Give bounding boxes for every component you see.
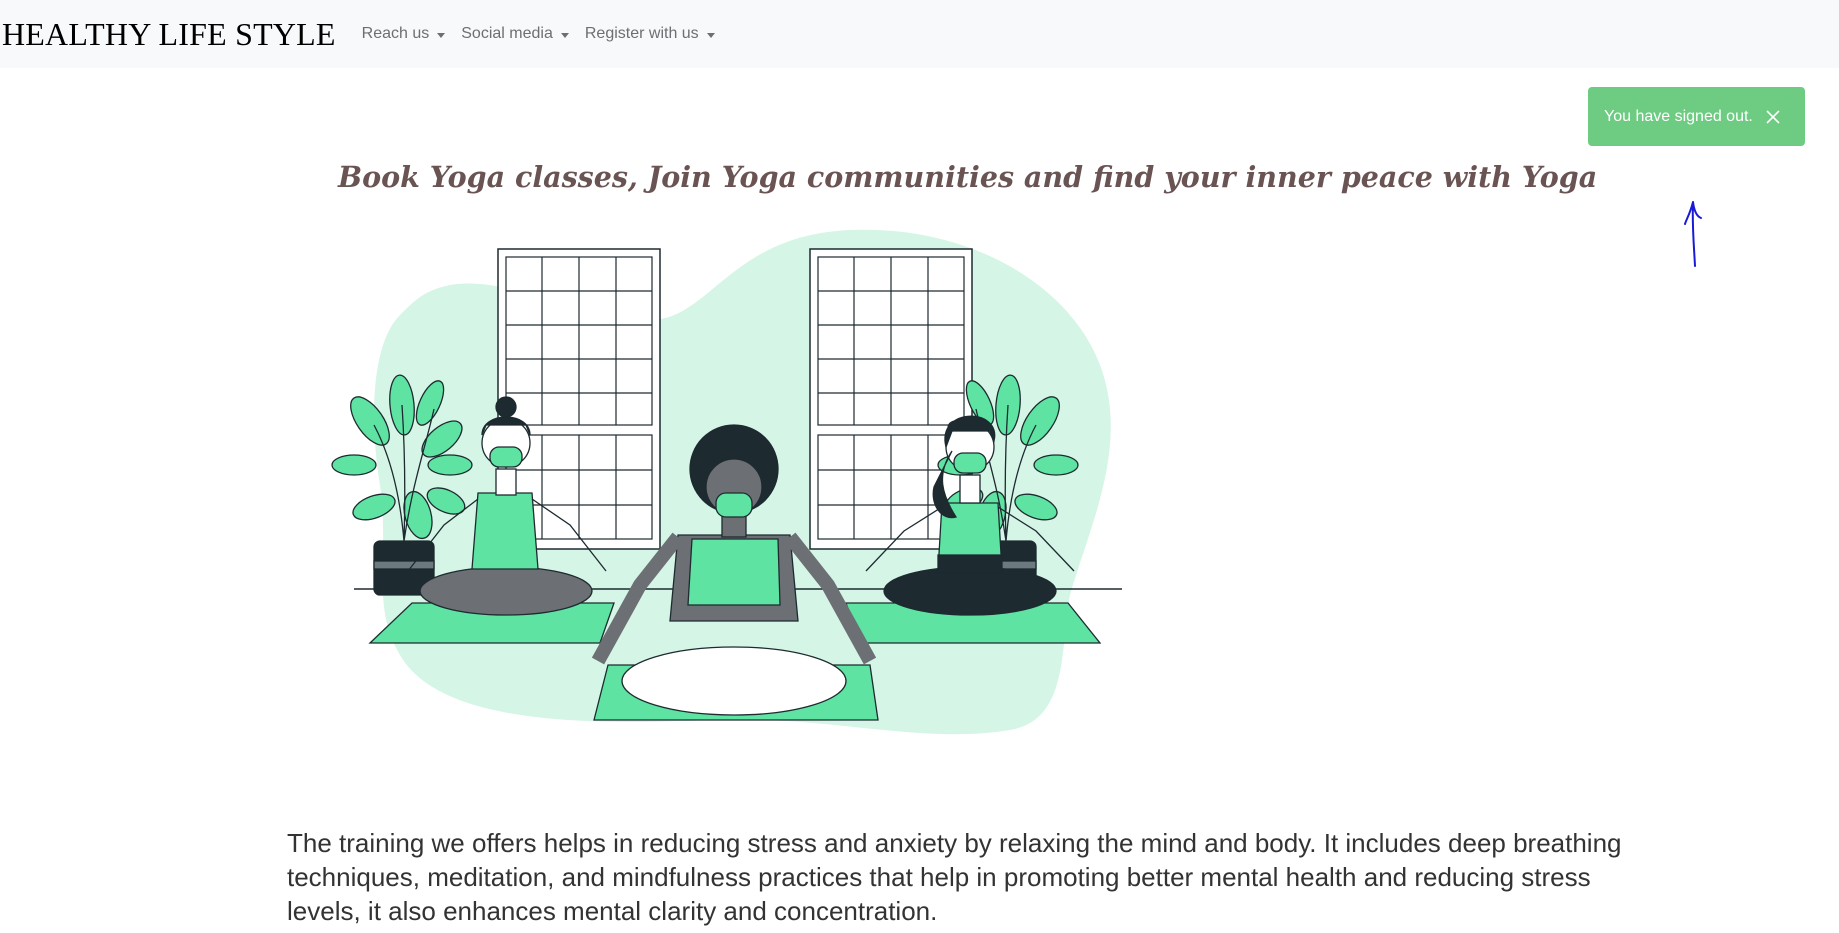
nav-label-reach-us: Reach us bbox=[361, 25, 430, 42]
nav-dropdown-social-media[interactable]: Social media bbox=[461, 25, 569, 43]
signed-out-toast: You have signed out. bbox=[1588, 87, 1805, 146]
brand-logo[interactable]: HEALTHY LIFE STYLE bbox=[2, 16, 336, 53]
caret-down-icon bbox=[560, 32, 569, 38]
nav-dropdown-register[interactable]: Register with us bbox=[585, 25, 715, 43]
hero-headline: Book Yoga classes, Join Yoga communities… bbox=[338, 160, 1598, 194]
nav-label-register: Register with us bbox=[584, 25, 699, 42]
yoga-illustration bbox=[330, 225, 1150, 750]
caret-down-icon bbox=[706, 32, 715, 38]
caret-down-icon bbox=[437, 32, 446, 38]
nav-dropdown-reach-us[interactable]: Reach us bbox=[362, 25, 446, 43]
close-icon[interactable] bbox=[1763, 107, 1783, 127]
description-paragraph: The training we offers helps in reducing… bbox=[287, 828, 1622, 926]
navbar: HEALTHY LIFE STYLE Reach us Social media… bbox=[0, 0, 1839, 68]
nav-label-social-media: Social media bbox=[461, 25, 553, 42]
toast-message: You have signed out. bbox=[1604, 107, 1753, 125]
arrow-annotation-icon bbox=[1680, 196, 1710, 275]
